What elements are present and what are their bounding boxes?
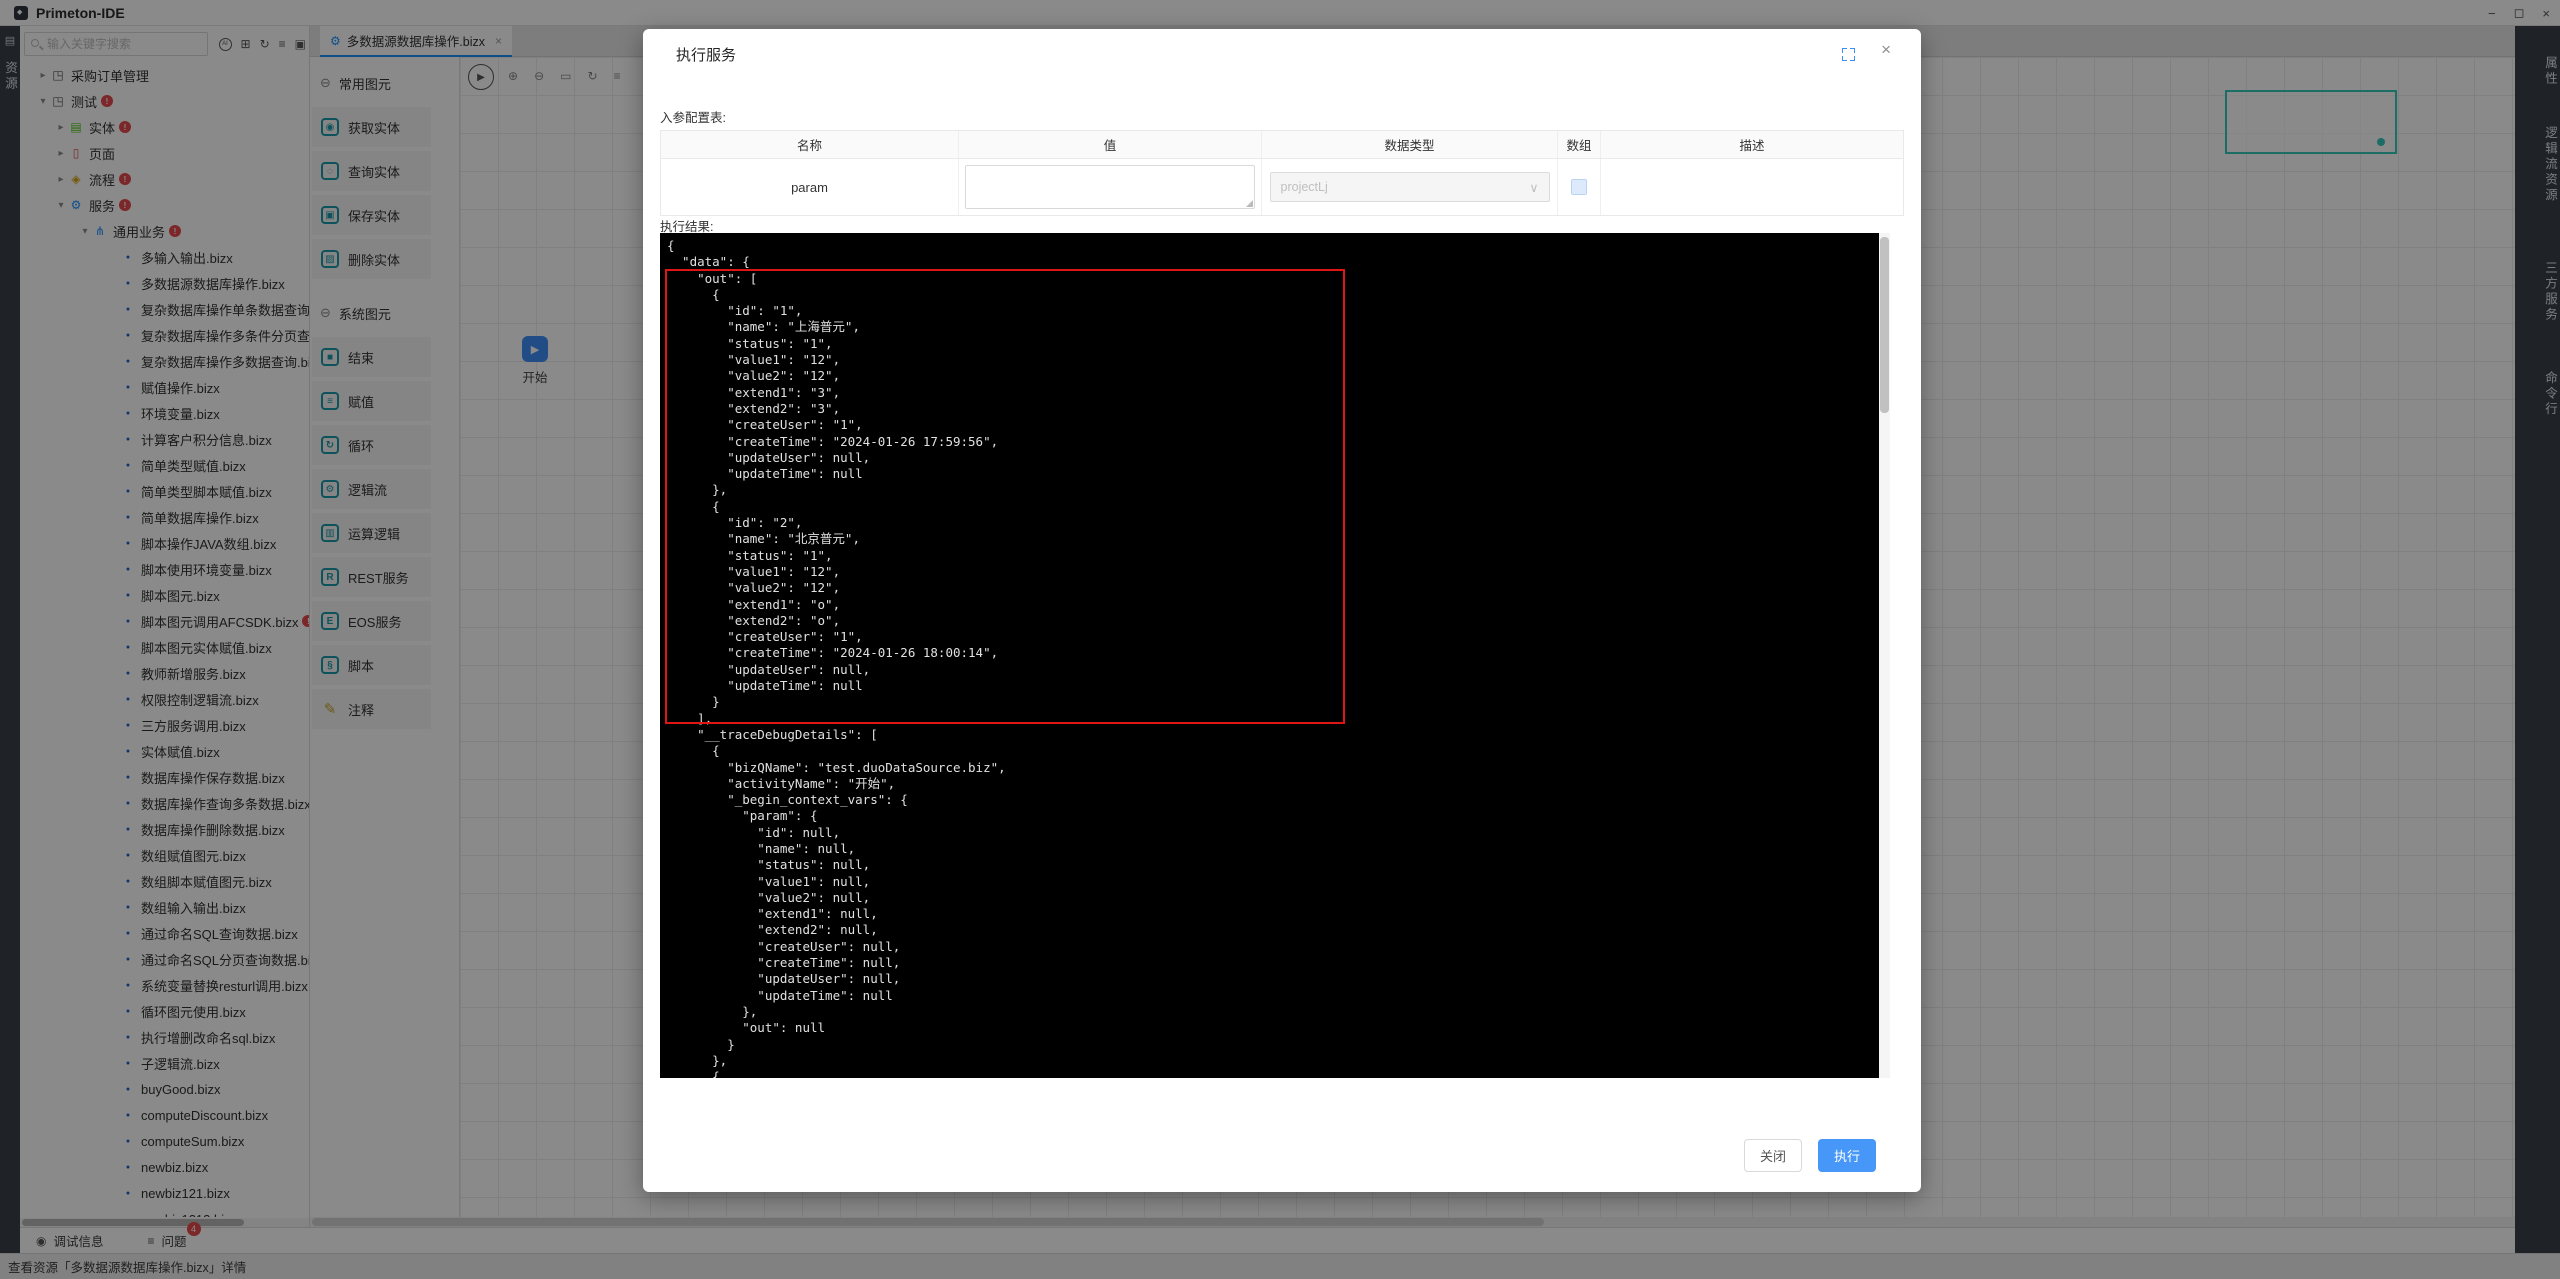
dialog-close-icon[interactable]: × — [1881, 40, 1891, 60]
chevron-down-icon: ∨ — [1529, 180, 1538, 195]
console-vertical-scrollbar[interactable] — [1879, 233, 1890, 1078]
console-json-output: { "data": { "out": [ { "id": "1", "name"… — [660, 233, 1890, 1078]
dialog-title: 执行服务 — [676, 44, 736, 65]
datatype-select[interactable]: projectLj ∨ — [1270, 172, 1550, 202]
params-table-header: 名称 值 数据类型 数组 描述 — [661, 131, 1903, 159]
execute-button[interactable]: 执行 — [1818, 1139, 1876, 1172]
dialog-footer: 关闭 执行 — [1744, 1139, 1876, 1172]
datatype-value: projectLj — [1281, 180, 1328, 194]
execution-result-console: { "data": { "out": [ { "id": "1", "name"… — [660, 233, 1890, 1078]
param-desc-cell — [1601, 159, 1903, 215]
param-array-cell — [1558, 159, 1601, 215]
col-array: 数组 — [1558, 131, 1601, 158]
col-name: 名称 — [661, 131, 959, 158]
resize-grip-icon[interactable] — [1246, 200, 1253, 207]
param-value-textarea[interactable] — [965, 165, 1255, 209]
execute-service-dialog: 执行服务 × 入参配置表: 名称 值 数据类型 数组 描述 param proj — [643, 29, 1921, 1192]
col-datatype: 数据类型 — [1262, 131, 1558, 158]
params-table: 名称 值 数据类型 数组 描述 param projectLj ∨ — [660, 130, 1904, 216]
param-type-cell: projectLj ∨ — [1262, 159, 1558, 215]
close-button[interactable]: 关闭 — [1744, 1139, 1802, 1172]
col-value: 值 — [959, 131, 1262, 158]
param-value-cell — [959, 159, 1262, 215]
fullscreen-icon[interactable] — [1842, 48, 1855, 61]
params-table-row: param projectLj ∨ — [661, 159, 1903, 215]
input-params-label: 入参配置表: — [660, 107, 726, 126]
app-window: Primeton-IDE − ◻ × ▤ 资源 属性 逻辑流资源 三方服务 命令… — [0, 0, 2560, 1279]
param-name-cell: param — [661, 159, 959, 215]
array-checkbox[interactable] — [1571, 179, 1587, 195]
col-description: 描述 — [1601, 131, 1903, 158]
